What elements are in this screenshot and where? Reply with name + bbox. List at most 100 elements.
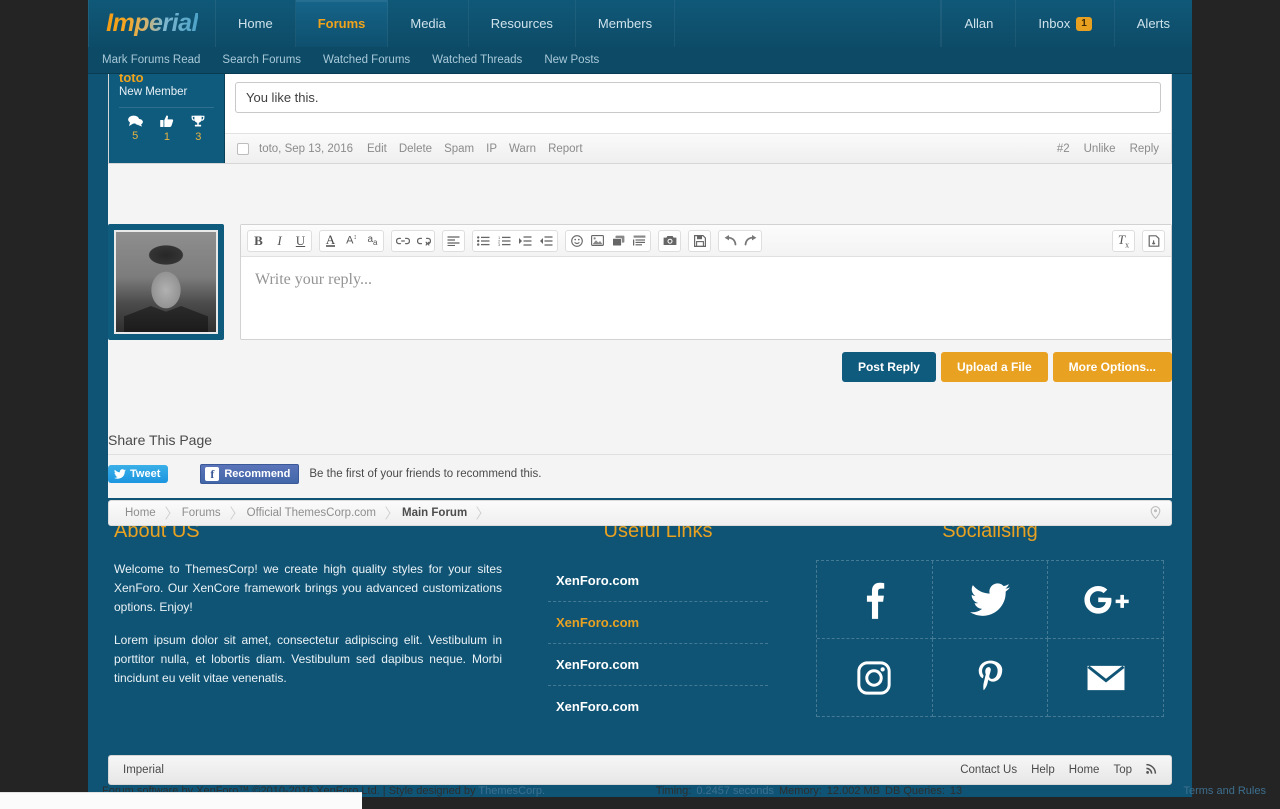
post-author-name[interactable]: toto [119, 74, 214, 85]
social-link-google-plus[interactable] [1048, 561, 1164, 639]
redo-icon[interactable] [740, 231, 761, 251]
more-options-button[interactable]: More Options... [1052, 352, 1172, 382]
post-select-checkbox[interactable] [237, 142, 249, 155]
numbered-list-icon[interactable]: 123 [494, 231, 515, 251]
reply-textarea[interactable]: Write your reply... [241, 257, 1171, 333]
tweet-button[interactable]: Tweet [108, 465, 169, 483]
stat-value: 1 [163, 131, 171, 143]
facebook-recommend-button[interactable]: f Recommend [200, 464, 300, 484]
share-title: Share This Page [108, 428, 1172, 455]
post-action-edit[interactable]: Edit [367, 143, 387, 155]
draft-save-icon[interactable] [689, 231, 710, 251]
breadcrumb-home[interactable]: Home [117, 501, 174, 525]
nav-item-forums[interactable]: Forums [295, 0, 389, 47]
post-action-spam[interactable]: Spam [444, 143, 474, 155]
footer-social-column: Socialising [808, 520, 1172, 727]
toggle-bbcode-icon[interactable] [1143, 231, 1164, 251]
italic-icon[interactable]: I [269, 231, 290, 251]
toolbar-group-bbcode [1142, 229, 1165, 252]
font-family-icon[interactable]: aa [362, 231, 383, 251]
post-unlike-link[interactable]: Unlike [1084, 143, 1116, 155]
remove-formatting-icon[interactable]: Tx [1113, 231, 1134, 251]
subnav-search-forums[interactable]: Search Forums [222, 54, 301, 66]
social-link-facebook[interactable] [817, 561, 933, 639]
stat-value: 3 [195, 131, 202, 143]
upload-file-button[interactable]: Upload a File [940, 352, 1048, 382]
footer-link-help[interactable]: Help [1031, 764, 1055, 776]
social-link-twitter[interactable] [932, 561, 1049, 639]
smilie-icon[interactable] [566, 231, 587, 251]
toolbar-group-align [442, 229, 465, 252]
nav-label: Media [410, 16, 446, 31]
site-logo[interactable]: Imperial [88, 0, 216, 47]
post-body: You like this. toto, Sep 13, 2016 Edit D… [225, 74, 1171, 163]
designer-link[interactable]: ThemesCorp. [478, 785, 545, 797]
breadcrumb-category[interactable]: Official ThemesCorp.com [239, 501, 394, 525]
media-icon[interactable] [608, 231, 629, 251]
horizontal-scrollbar[interactable] [0, 792, 362, 809]
post-number[interactable]: #2 [1057, 143, 1070, 155]
post-reply-link[interactable]: Reply [1130, 143, 1159, 155]
undo-icon[interactable] [719, 231, 740, 251]
bold-icon[interactable]: B [248, 231, 269, 251]
font-size-icon[interactable]: A↕ [341, 231, 362, 251]
breadcrumb-current[interactable]: Main Forum [394, 501, 485, 525]
align-left-icon[interactable] [443, 231, 464, 251]
nav-item-members[interactable]: Members [576, 0, 676, 47]
style-chooser[interactable]: Imperial [123, 764, 164, 776]
social-link-email[interactable] [1048, 639, 1164, 717]
social-link-instagram[interactable] [817, 639, 933, 717]
breadcrumb-forums[interactable]: Forums [174, 501, 239, 525]
logo-text: Imperial [106, 9, 198, 37]
post-action-report[interactable]: Report [548, 143, 583, 155]
footer-link-1[interactable]: XenForo.com [548, 560, 768, 602]
image-icon[interactable] [587, 231, 608, 251]
footer-link-home[interactable]: Home [1069, 764, 1100, 776]
nav-item-alerts[interactable]: Alerts [1113, 0, 1192, 47]
footer-link-4[interactable]: XenForo.com [548, 686, 768, 727]
toolbar-group-history [718, 229, 762, 252]
location-pin-icon[interactable] [1150, 506, 1161, 522]
social-link-pinterest[interactable] [932, 639, 1049, 717]
link-icon[interactable] [392, 231, 413, 251]
indent-icon[interactable] [515, 231, 536, 251]
footer-link-top[interactable]: Top [1113, 764, 1132, 776]
email-icon [1087, 665, 1125, 690]
post-action-ip[interactable]: IP [486, 143, 497, 155]
subnav-new-posts[interactable]: New Posts [544, 54, 599, 66]
avatar[interactable] [108, 224, 224, 340]
text-color-icon[interactable]: A [320, 231, 341, 251]
footer-link-contact-us[interactable]: Contact Us [960, 764, 1017, 776]
terms-and-rules-link[interactable]: Terms and Rules [1183, 785, 1266, 797]
navbar-right: Allan Inbox 1 Alerts [941, 0, 1192, 47]
bullet-list-icon[interactable] [473, 231, 494, 251]
post-action-delete[interactable]: Delete [399, 143, 432, 155]
nav-item-media[interactable]: Media [388, 0, 469, 47]
quote-icon[interactable] [629, 231, 650, 251]
nav-item-inbox[interactable]: Inbox 1 [1015, 0, 1113, 47]
underline-icon[interactable]: U [290, 231, 311, 251]
reply-actions: Post Reply Upload a File More Options... [108, 352, 1172, 382]
queries-value: 13 [949, 785, 963, 797]
footer-links-column: Useful Links XenForo.com XenForo.com Xen… [508, 520, 808, 727]
rss-icon[interactable] [1146, 763, 1157, 777]
footer-link-2[interactable]: XenForo.com [548, 602, 768, 644]
tweet-label: Tweet [130, 468, 161, 480]
post-action-warn[interactable]: Warn [509, 143, 536, 155]
subnav-mark-forums-read[interactable]: Mark Forums Read [102, 54, 200, 66]
nav-label: Home [238, 16, 273, 31]
subnav-watched-forums[interactable]: Watched Forums [323, 54, 410, 66]
post-reply-button[interactable]: Post Reply [841, 352, 936, 382]
toolbar-group-insert [565, 229, 651, 252]
nav-item-home[interactable]: Home [216, 0, 296, 47]
outdent-icon[interactable] [536, 231, 557, 251]
unlink-icon[interactable] [413, 231, 434, 251]
nav-item-account[interactable]: Allan [941, 0, 1015, 47]
camera-icon[interactable] [659, 231, 680, 251]
nav-item-resources[interactable]: Resources [469, 0, 576, 47]
subnav-watched-threads[interactable]: Watched Threads [432, 54, 522, 66]
google-plus-icon [1084, 585, 1129, 614]
quick-reply: B I U A A↕ aa 1 2 3 Tx Write your reply.… [108, 224, 1172, 340]
terms-and-rules-link-wrap: Terms and Rules [1183, 785, 1266, 797]
footer-link-3[interactable]: XenForo.com [548, 644, 768, 686]
